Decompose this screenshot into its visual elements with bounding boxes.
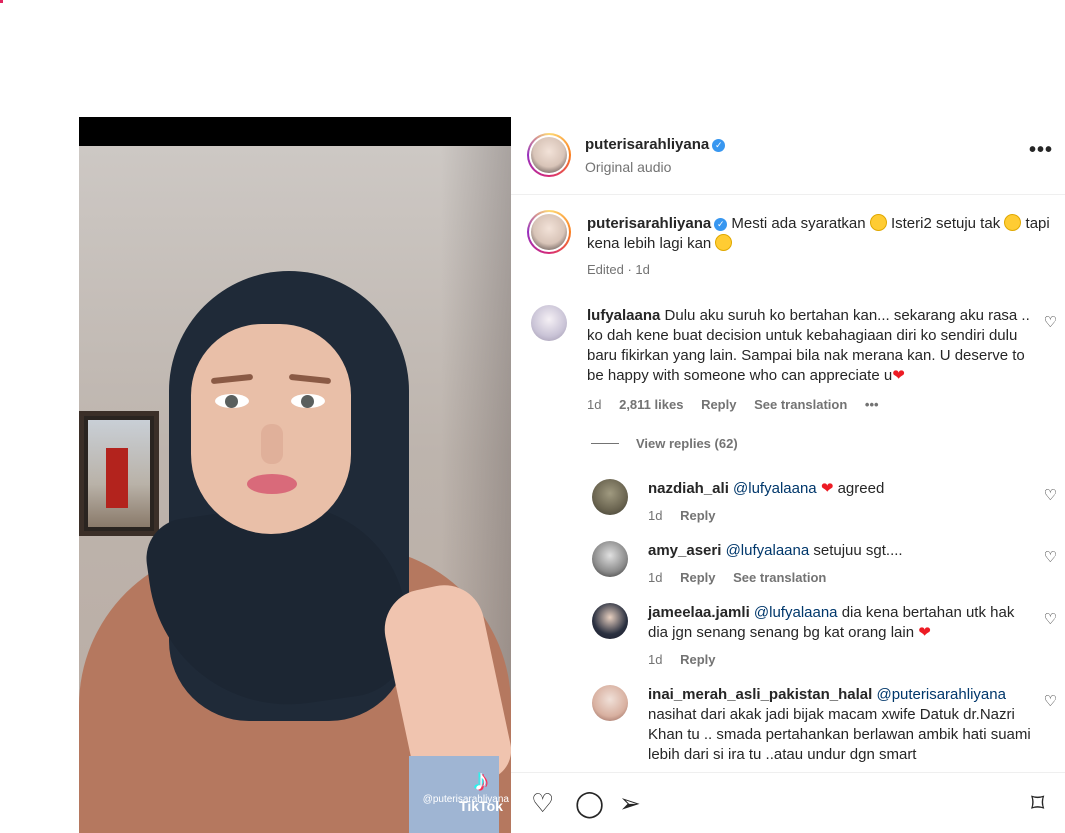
reply-username[interactable]: nazdiah_ali	[648, 480, 729, 497]
video-frame[interactable]: ♪ TikTok @puterisarahliyana	[79, 146, 511, 833]
comment-time: 1d	[587, 397, 602, 412]
reply-username[interactable]: inai_merah_asli_pakistan_halal	[648, 686, 872, 703]
share-icon[interactable]: ➢	[619, 789, 641, 817]
corner-marker	[0, 0, 3, 3]
reply-like-icon[interactable]: ♡	[1044, 548, 1057, 566]
post-media[interactable]: ♪ TikTok @puterisarahliyana	[79, 117, 511, 833]
reply-text: setujuu sgt....	[813, 542, 903, 559]
reply-text: agreed	[837, 480, 885, 497]
tongue-emoji-icon	[1004, 214, 1022, 231]
red-heart-icon: ❤	[820, 480, 834, 497]
reply-mention[interactable]: @lufyalaana	[733, 480, 817, 497]
reply: inai_merah_asli_pakistan_halal @puterisa…	[648, 685, 1038, 765]
reply-mention[interactable]: @lufyalaana	[754, 604, 838, 621]
caption-meta: Edited · 1d	[587, 262, 650, 277]
comment-see-translation[interactable]: See translation	[754, 397, 847, 412]
reply-username[interactable]: jameelaa.jamli	[648, 604, 750, 621]
tiktok-logo-icon: ♪	[473, 764, 489, 797]
reply: amy_aseri @lufyalaana setujuu sgt....	[648, 541, 1028, 561]
reply-avatar[interactable]	[592, 541, 628, 577]
comment-more-icon[interactable]: •••	[865, 397, 879, 412]
verified-icon: ✓	[712, 139, 726, 152]
smiling-emoji-icon	[869, 214, 887, 231]
face	[191, 324, 351, 534]
reply-avatar[interactable]	[592, 685, 628, 721]
reply-mention[interactable]: @puterisarahliyana	[876, 686, 1005, 703]
comment: lufyalaana Dulu aku suruh ko bertahan ka…	[587, 306, 1031, 386]
red-heart-icon: ❤	[918, 624, 931, 641]
reply-like-icon[interactable]: ♡	[1044, 486, 1057, 504]
post-header: puterisarahliyana ✓ Original audio •••	[511, 117, 1065, 195]
red-heart-icon: ❤	[892, 367, 905, 384]
author-username[interactable]: puterisarahliyana	[585, 136, 709, 153]
reply-see-translation[interactable]: See translation	[733, 570, 826, 585]
comment-meta: 1d 2,811 likes Reply See translation •••	[587, 397, 893, 412]
view-replies-button[interactable]: View replies (62)	[636, 436, 738, 451]
winking-tongue-emoji-icon	[715, 234, 733, 251]
reply-meta: 1d Reply	[648, 652, 716, 667]
author-avatar[interactable]	[527, 133, 571, 177]
tiktok-watermark: ♪ TikTok	[451, 764, 511, 815]
caption-text-1: Mesti ada syaratkan	[731, 215, 866, 232]
comment-icon[interactable]: ◯	[575, 789, 604, 817]
commenter-avatar[interactable]	[531, 305, 567, 341]
replies-divider	[591, 443, 619, 444]
reply: nazdiah_ali @lufyalaana ❤ agreed	[648, 479, 1028, 499]
reply-meta: 1d Reply See translation	[648, 570, 827, 585]
reply-avatar[interactable]	[592, 603, 628, 639]
caption-text-2: Isteri2 setuju tak	[890, 215, 1001, 232]
media-top-bar	[79, 117, 511, 146]
verified-icon: ✓	[714, 218, 728, 231]
comment-reply-button[interactable]: Reply	[701, 397, 736, 412]
reply-button[interactable]: Reply	[680, 508, 715, 523]
reply-meta: 1d Reply	[648, 508, 716, 523]
wall-picture-frame	[79, 411, 159, 536]
save-bookmark-icon[interactable]: ⌑	[1031, 789, 1044, 817]
comment-likes[interactable]: 2,811 likes	[619, 397, 683, 412]
more-options-icon[interactable]: •••	[1029, 139, 1053, 162]
caption-username[interactable]: puterisarahliyana	[587, 215, 711, 232]
audio-label[interactable]: Original audio	[585, 159, 671, 175]
reply-avatar[interactable]	[592, 479, 628, 515]
reply-like-icon[interactable]: ♡	[1044, 610, 1057, 628]
reply-button[interactable]: Reply	[680, 570, 715, 585]
post-side-panel: puterisarahliyana ✓ Original audio ••• pu…	[511, 117, 1065, 833]
reply: jameelaa.jamli @lufyalaana dia kena bert…	[648, 603, 1038, 643]
comment-username[interactable]: lufyalaana	[587, 307, 660, 324]
reply-mention[interactable]: @lufyalaana	[726, 542, 810, 559]
action-bar: ♡ ◯ ➢ ⌑	[511, 772, 1065, 833]
reply-text: nasihat dari akak jadi bijak macam xwife…	[648, 706, 1031, 763]
tiktok-handle: @puterisarahliyana	[422, 794, 509, 805]
reply-username[interactable]: amy_aseri	[648, 542, 721, 559]
reply-like-icon[interactable]: ♡	[1044, 692, 1057, 710]
like-icon[interactable]: ♡	[531, 789, 554, 817]
caption: puterisarahliyana ✓ Mesti ada syaratkan I…	[587, 214, 1057, 254]
reply-button[interactable]: Reply	[680, 652, 715, 667]
comment-like-icon[interactable]: ♡	[1044, 313, 1057, 331]
caption-author-avatar[interactable]	[527, 210, 571, 254]
